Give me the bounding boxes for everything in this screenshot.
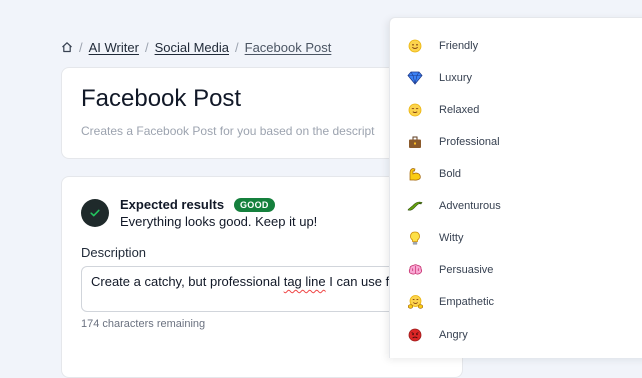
tone-option-adventurous[interactable]: Adventurous: [390, 191, 642, 221]
briefcase-emoji-icon: [407, 134, 423, 150]
smile-emoji-icon: [407, 38, 423, 54]
breadcrumb: / AI Writer / Social Media / Facebook Po…: [61, 38, 331, 56]
home-icon[interactable]: [61, 41, 73, 53]
expected-results-title: Expected results: [120, 197, 225, 212]
hugging-emoji-icon: [407, 294, 423, 310]
flexed-biceps-emoji-icon: [407, 166, 423, 182]
characters-remaining: 174 characters remaining: [81, 318, 206, 330]
breadcrumb-separator: /: [235, 39, 239, 55]
tone-option-luxury[interactable]: Luxury: [390, 63, 642, 93]
breadcrumb-facebook-post[interactable]: Facebook Post: [245, 40, 332, 55]
expected-results-message: Everything looks good. Keep it up!: [120, 214, 318, 229]
tone-option-empathetic[interactable]: Empathetic: [390, 287, 642, 317]
tone-option-label: Professional: [439, 136, 500, 148]
tone-option-persuasive[interactable]: Persuasive: [390, 255, 642, 285]
description-text: Create a catchy, but professional: [91, 274, 284, 289]
tone-option-label: Angry: [439, 329, 468, 341]
tone-option-bold[interactable]: Bold: [390, 159, 642, 189]
tone-option-label: Witty: [439, 232, 464, 244]
check-icon: [81, 199, 109, 227]
brain-emoji-icon: [407, 262, 423, 278]
tone-option-label: Empathetic: [439, 296, 495, 308]
tone-option-angry[interactable]: Angry: [390, 320, 642, 350]
relieved-emoji-icon: [407, 102, 423, 118]
page-title: Facebook Post: [81, 85, 242, 112]
breadcrumb-separator: /: [144, 39, 149, 55]
misspelled-word: tag line: [283, 274, 326, 289]
tone-option-friendly[interactable]: Friendly: [390, 31, 642, 61]
lizard-emoji-icon: [407, 198, 423, 214]
tone-option-professional[interactable]: Professional: [390, 127, 642, 157]
diamond-emoji-icon: [407, 70, 423, 86]
tone-option-label: Relaxed: [439, 104, 480, 116]
angry-emoji-icon: [407, 327, 423, 343]
tone-option-label: Bold: [439, 168, 462, 180]
tone-option-label: Persuasive: [439, 264, 494, 276]
tone-option-label: Friendly: [439, 40, 479, 52]
lightbulb-emoji-icon: [407, 230, 423, 246]
breadcrumb-separator: /: [79, 39, 83, 55]
page-description: Creates a Facebook Post for you based on…: [81, 124, 375, 138]
tone-option-witty[interactable]: Witty: [390, 223, 642, 253]
breadcrumb-social-media[interactable]: Social Media: [155, 40, 229, 55]
tone-option-label: Luxury: [439, 72, 473, 84]
tone-option-relaxed[interactable]: Relaxed: [390, 95, 642, 125]
tone-dropdown-menu: Friendly Luxury Relaxed Professional Bol…: [389, 17, 642, 358]
tone-option-label: Adventurous: [439, 200, 501, 212]
description-label: Description: [81, 245, 147, 260]
breadcrumb-ai-writer[interactable]: AI Writer: [89, 40, 139, 55]
status-badge: GOOD: [234, 198, 275, 212]
